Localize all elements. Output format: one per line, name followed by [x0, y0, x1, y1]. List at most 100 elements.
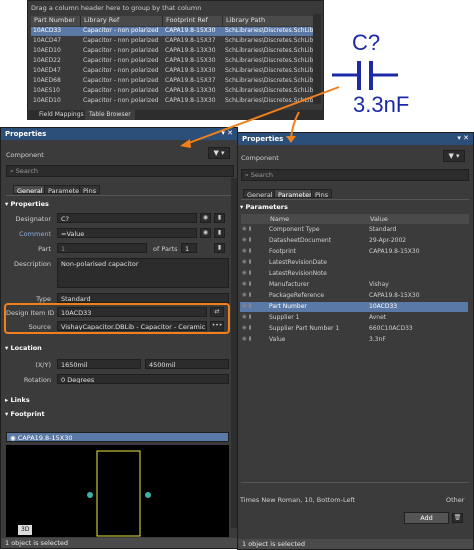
parameter-visibility-icon[interactable]: ◉ ▮	[242, 259, 252, 265]
comment-label: Comment	[19, 230, 51, 238]
delete-icon[interactable]: 🗑	[452, 513, 463, 523]
section-location[interactable]: ▾ Location	[5, 344, 42, 352]
parameter-row[interactable]: ◉ ▮ Component Type Standard	[240, 225, 468, 235]
lock-icon[interactable]: ▮	[214, 243, 225, 253]
parameter-visibility-icon[interactable]: ◉ ▮	[242, 281, 252, 287]
parameter-visibility-icon[interactable]: ◉ ▮	[242, 237, 252, 243]
rotation-select[interactable]: 0 Degrees	[57, 374, 229, 384]
parameter-name: Footprint	[269, 248, 297, 255]
comment-field[interactable]: =Value	[57, 228, 197, 238]
tab-field-mappings[interactable]: Field Mappings	[35, 110, 88, 120]
parameter-value[interactable]: Standard	[369, 226, 396, 233]
parameter-row[interactable]: ◉ ▮ Manufacturer Vishay	[240, 280, 468, 290]
table-cell: CAPA19.8-13X30	[165, 97, 216, 104]
table-row[interactable]: 10AED10 Capacitor - non polarized CAPA19.8…	[31, 97, 321, 106]
parameter-visibility-icon[interactable]: ◉ ▮	[242, 336, 252, 342]
table-cell: 10AED10	[33, 47, 61, 54]
type-select[interactable]: Standard	[57, 293, 229, 303]
table-row[interactable]: 10AES10 Capacitor - non polarized CAPA19.8…	[31, 87, 321, 96]
parameter-row[interactable]: ◉ ▮ PackageReference CAPA19.8-15X30	[240, 291, 468, 301]
part-select[interactable]: 1	[57, 243, 147, 253]
designator-field[interactable]: C?	[57, 213, 197, 223]
search-input[interactable]: ⌕ Search	[6, 165, 234, 177]
column-header-part-number[interactable]: Part Number	[31, 16, 81, 26]
more-options-icon[interactable]: •••	[210, 321, 224, 331]
panel-controls[interactable]: ▾ ✕	[221, 129, 233, 137]
section-links-label: Links	[10, 396, 30, 404]
column-header-value[interactable]: Value	[370, 215, 388, 223]
source-field[interactable]: VishayCapacitor.DBLib - Capacitor - Cera…	[57, 321, 207, 331]
parameter-value[interactable]: Avnet	[369, 314, 386, 321]
parameter-value[interactable]: 3.3nF	[369, 336, 386, 343]
column-header-name[interactable]: Name	[270, 215, 289, 223]
group-by-hint: Drag a column header here to group by th…	[31, 4, 202, 12]
table-row[interactable]: 10ACD33 Capacitor - non polarized CAPA19.8…	[31, 27, 321, 36]
y-field[interactable]: 4500mil	[145, 359, 229, 369]
tab-table-browser[interactable]: Table Browser	[85, 110, 135, 120]
parameter-visibility-icon[interactable]: ◉ ▮	[242, 226, 252, 232]
section-properties[interactable]: ▾ Properties	[5, 200, 49, 208]
parameter-row[interactable]: ◉ ▮ DatasheetDocument 29-Apr-2002	[240, 236, 468, 246]
visibility-eye-icon[interactable]: ◉	[200, 228, 211, 238]
parameter-value[interactable]: CAPA19.8-15X30	[369, 248, 420, 255]
section-links[interactable]: ▸ Links	[5, 396, 30, 404]
tab-pins[interactable]: Pins	[311, 189, 333, 199]
view-3d-button[interactable]: 3D	[18, 525, 33, 535]
parameter-value[interactable]: 29-Apr-2002	[369, 237, 406, 244]
description-field[interactable]: Non-polarised capacitor	[57, 258, 229, 288]
parameter-name: Component Type	[269, 226, 320, 233]
filter-icon[interactable]: ▼ ▾	[208, 147, 230, 159]
parameter-row[interactable]: ◉ ▮ Footprint CAPA19.8-15X30	[240, 247, 468, 257]
tab-general[interactable]: General	[13, 185, 47, 195]
table-row[interactable]: 10AED22 Capacitor - non polarized CAPA19.8…	[31, 57, 321, 66]
lock-icon[interactable]: ▮	[214, 228, 225, 238]
footprint-preview[interactable]	[6, 445, 229, 537]
tabs-divider	[6, 195, 234, 196]
column-header-library-ref[interactable]: Library Ref	[81, 16, 163, 26]
designator-label: Designator	[15, 215, 51, 223]
parameter-value[interactable]: 660C10ACD33	[369, 325, 413, 332]
section-parameters[interactable]: ▾ Parameters	[240, 203, 288, 211]
parameter-row[interactable]: ◉ ▮ Supplier 1 Avnet	[240, 313, 468, 323]
x-field[interactable]: 1650mil	[57, 359, 141, 369]
lock-icon[interactable]: ▮	[214, 213, 225, 223]
panel-controls[interactable]: ▾ ✕	[457, 134, 469, 142]
parameter-value[interactable]: Vishay	[369, 281, 389, 288]
section-properties-label: Properties	[10, 200, 49, 208]
column-header-library-path[interactable]: Library Path	[223, 16, 321, 26]
rotation-label: Rotation	[23, 376, 51, 384]
add-button[interactable]: Add	[404, 512, 449, 524]
table-row[interactable]: 10AED10 Capacitor - non polarized CAPA19.8…	[31, 47, 321, 56]
table-cell: SchLibraries\Discretes.SchLib	[225, 47, 314, 54]
parameter-value[interactable]: CAPA19.8-15X30	[369, 292, 420, 299]
parameter-visibility-icon[interactable]: ◉ ▮	[242, 325, 252, 331]
parameter-row[interactable]: ◉ ▮ Part Number 10ACD33	[240, 302, 468, 312]
parameter-visibility-icon[interactable]: ◉ ▮	[242, 292, 252, 298]
column-header-footprint-ref[interactable]: Footprint Ref	[163, 16, 223, 26]
table-row[interactable]: 10AED47 Capacitor - non polarized CAPA19.8…	[31, 67, 321, 76]
filter-icon[interactable]: ▼ ▾	[443, 150, 465, 162]
swap-icon[interactable]: ⇄	[210, 307, 224, 317]
design-item-id-field[interactable]: 10ACD33	[57, 307, 207, 317]
font-info[interactable]: Times New Roman, 10, Bottom-Left	[240, 496, 355, 504]
parameter-visibility-icon[interactable]: ◉ ▮	[242, 248, 252, 254]
table-row[interactable]: 10ACD47 Capacitor - non polarized CAPA19.8…	[31, 37, 321, 46]
parameter-visibility-icon[interactable]: ◉ ▮	[242, 270, 252, 276]
list-divider	[241, 482, 469, 483]
parameter-row[interactable]: ◉ ▮ LatestRevisionDate	[240, 258, 468, 268]
table-scrollbar[interactable]	[313, 14, 321, 104]
parameter-visibility-icon[interactable]: ◉ ▮	[242, 314, 252, 320]
parameter-visibility-icon[interactable]: ◉ ▮	[242, 303, 252, 309]
table-row[interactable]: 10AED68 Capacitor - non polarized CAPA19.8…	[31, 77, 321, 86]
section-footprint[interactable]: ▾ Footprint	[5, 410, 45, 418]
parameter-row[interactable]: ◉ ▮ Value 3.3nF	[240, 335, 468, 345]
search-input[interactable]: ⌕ Search	[241, 169, 469, 181]
tab-general[interactable]: General	[243, 189, 277, 199]
visibility-eye-icon[interactable]: ◉	[200, 213, 211, 223]
parameter-value[interactable]: 10ACD33	[369, 303, 397, 310]
tab-pins[interactable]: Pins	[79, 185, 101, 195]
parameter-row[interactable]: ◉ ▮ LatestRevisionNote	[240, 269, 468, 279]
parameter-row[interactable]: ◉ ▮ Supplier Part Number 1 660C10ACD33	[240, 324, 468, 334]
table-tabs-bar: Field Mappings Table Browser	[27, 110, 324, 120]
footprint-list-item[interactable]: ◉ CAPA19.8-15X30	[6, 432, 229, 442]
